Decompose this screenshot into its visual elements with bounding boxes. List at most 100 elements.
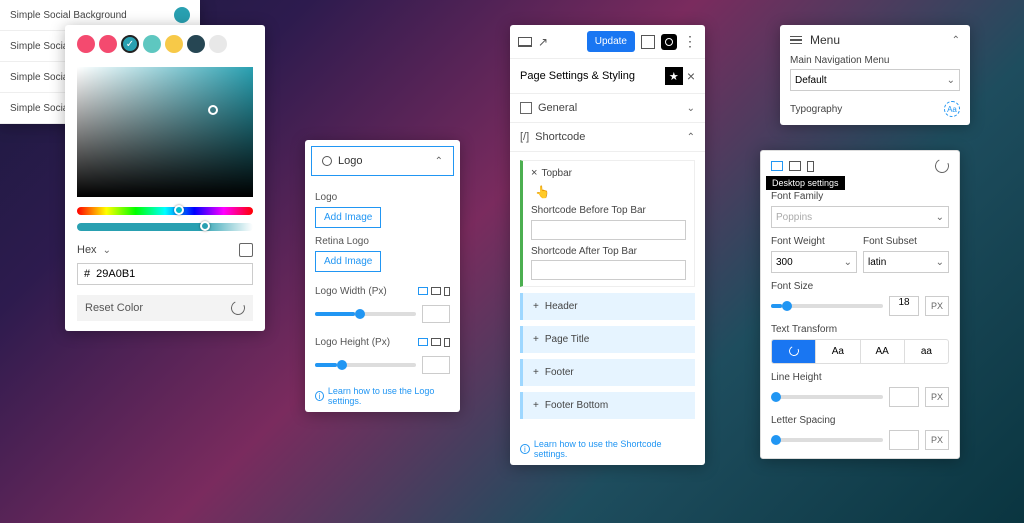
- general-accordion[interactable]: General⌄: [510, 94, 705, 123]
- reset-icon[interactable]: [229, 299, 247, 317]
- hue-pointer[interactable]: [174, 205, 184, 215]
- desktop-icon[interactable]: [418, 287, 428, 295]
- letter-spacing-label: Letter Spacing: [771, 415, 949, 426]
- info-icon: i: [520, 444, 530, 454]
- font-size-slider[interactable]: [771, 304, 883, 308]
- hex-input-wrap: # 29A0B1: [77, 263, 253, 285]
- after-label: Shortcode After Top Bar: [531, 246, 686, 257]
- width-slider[interactable]: [315, 312, 416, 316]
- logo-accordion-header[interactable]: Logo ⌃: [311, 146, 454, 176]
- menu-header[interactable]: Menu ⌃: [790, 33, 960, 47]
- alpha-slider[interactable]: [77, 223, 253, 231]
- section-label: Header: [545, 301, 578, 312]
- height-label: Logo Height (Px): [315, 337, 390, 348]
- panel-title: Page Settings & Styling: [520, 70, 635, 82]
- logo-label: Logo: [315, 192, 450, 203]
- chevron-down-icon: ⌄: [687, 103, 695, 114]
- help-link[interactable]: iLearn how to use the Logo settings.: [305, 380, 460, 412]
- letter-spacing-slider[interactable]: [771, 438, 883, 442]
- line-height-input[interactable]: [889, 387, 919, 407]
- shortcode-accordion[interactable]: [/]Shortcode⌃: [510, 123, 705, 152]
- tt-none-button[interactable]: [772, 340, 816, 363]
- mobile-icon[interactable]: [807, 161, 814, 172]
- font-size-input[interactable]: 18: [889, 296, 919, 316]
- close-icon[interactable]: ×: [687, 68, 695, 84]
- typography-row[interactable]: Typography Aa: [790, 101, 960, 117]
- subset-value: latin: [868, 257, 886, 268]
- mobile-icon[interactable]: [444, 338, 450, 347]
- reset-row[interactable]: Reset Color: [77, 295, 253, 321]
- color-circle: [174, 7, 190, 23]
- preview-icon[interactable]: [661, 34, 677, 50]
- swatch[interactable]: [165, 35, 183, 53]
- star-icon[interactable]: ★: [665, 67, 683, 85]
- device-toggles[interactable]: [418, 287, 450, 296]
- footer-section[interactable]: +Footer: [520, 359, 695, 386]
- section-label: Page Title: [545, 334, 589, 345]
- line-height-slider[interactable]: [771, 395, 883, 399]
- swatch[interactable]: [143, 35, 161, 53]
- update-button[interactable]: Update: [587, 31, 635, 52]
- menu-panel: Menu ⌃ Main Navigation Menu Default⌄ Typ…: [780, 25, 970, 125]
- nav-select[interactable]: Default⌄: [790, 69, 960, 91]
- social-label: Simple Social Background: [10, 10, 127, 21]
- hue-slider[interactable]: [77, 207, 253, 215]
- font-family-value: Poppins: [776, 212, 812, 223]
- swatch[interactable]: [77, 35, 95, 53]
- tablet-icon[interactable]: [431, 287, 441, 295]
- reset-icon[interactable]: [933, 157, 951, 175]
- header-section[interactable]: +Header: [520, 293, 695, 320]
- help-link[interactable]: iLearn how to use the Shortcode settings…: [510, 433, 705, 465]
- desktop-icon[interactable]: [518, 37, 532, 47]
- desktop-icon[interactable]: [771, 161, 783, 171]
- text-transform-group: Aa AA aa: [771, 339, 949, 364]
- tt-uppercase-button[interactable]: AA: [861, 340, 905, 363]
- color-picker-panel: ✓ teal Hex ⌄ # 29A0B1 Reset Color: [65, 25, 265, 331]
- swatch[interactable]: [209, 35, 227, 53]
- after-input[interactable]: [531, 260, 686, 280]
- mobile-icon[interactable]: [444, 287, 450, 296]
- footerbottom-section[interactable]: +Footer Bottom: [520, 392, 695, 419]
- font-subset-select[interactable]: latin ⌄: [863, 251, 949, 273]
- chevron-down-icon[interactable]: ⌄: [103, 245, 111, 256]
- typography-icon[interactable]: Aa: [944, 101, 960, 117]
- font-family-select[interactable]: Poppins⌄: [771, 206, 949, 228]
- chevron-down-icon: ⌄: [844, 257, 852, 268]
- swatch-selected[interactable]: ✓: [121, 35, 139, 53]
- alpha-pointer[interactable]: [200, 221, 210, 231]
- letter-spacing-input[interactable]: [889, 430, 919, 450]
- saturation-gradient[interactable]: [77, 67, 253, 197]
- hex-value[interactable]: 29A0B1: [96, 268, 135, 280]
- nav-label: Main Navigation Menu: [790, 55, 960, 66]
- external-link-icon[interactable]: ↗: [538, 35, 548, 49]
- gradient-pointer[interactable]: [208, 105, 218, 115]
- add-image-button[interactable]: Add Image: [315, 251, 381, 272]
- width-input[interactable]: [422, 305, 450, 323]
- tablet-icon[interactable]: [789, 161, 801, 171]
- device-toggles[interactable]: [418, 338, 450, 347]
- sidebar-toggle-icon[interactable]: [641, 35, 655, 49]
- font-weight-select[interactable]: 300 ⌄: [771, 251, 857, 273]
- tt-capitalize-button[interactable]: Aa: [816, 340, 860, 363]
- swatch[interactable]: [187, 35, 205, 53]
- device-toggles: [771, 161, 814, 172]
- swatch[interactable]: [99, 35, 117, 53]
- copy-icon[interactable]: [239, 243, 253, 257]
- font-weight-label: Font Weight: [771, 236, 857, 247]
- tt-lowercase-button[interactable]: aa: [905, 340, 948, 363]
- before-input[interactable]: [531, 220, 686, 240]
- height-input[interactable]: [422, 356, 450, 374]
- height-slider[interactable]: [315, 363, 416, 367]
- desktop-icon[interactable]: [418, 338, 428, 346]
- more-menu-icon[interactable]: ⋮: [683, 33, 697, 50]
- page-settings-panel: ↗ Update ⋮ Page Settings & Styling ★ × G…: [510, 25, 705, 465]
- chevron-down-icon: ⌄: [936, 257, 944, 268]
- weight-value: 300: [776, 257, 793, 268]
- logo-panel: Logo ⌃ Logo Add Image Retina Logo Add Im…: [305, 140, 460, 412]
- pagetitle-section[interactable]: +Page Title: [520, 326, 695, 353]
- unit-label: PX: [925, 387, 949, 407]
- close-icon[interactable]: ×: [531, 167, 537, 179]
- before-label: Shortcode Before Top Bar: [531, 205, 686, 216]
- add-image-button[interactable]: Add Image: [315, 207, 381, 228]
- tablet-icon[interactable]: [431, 338, 441, 346]
